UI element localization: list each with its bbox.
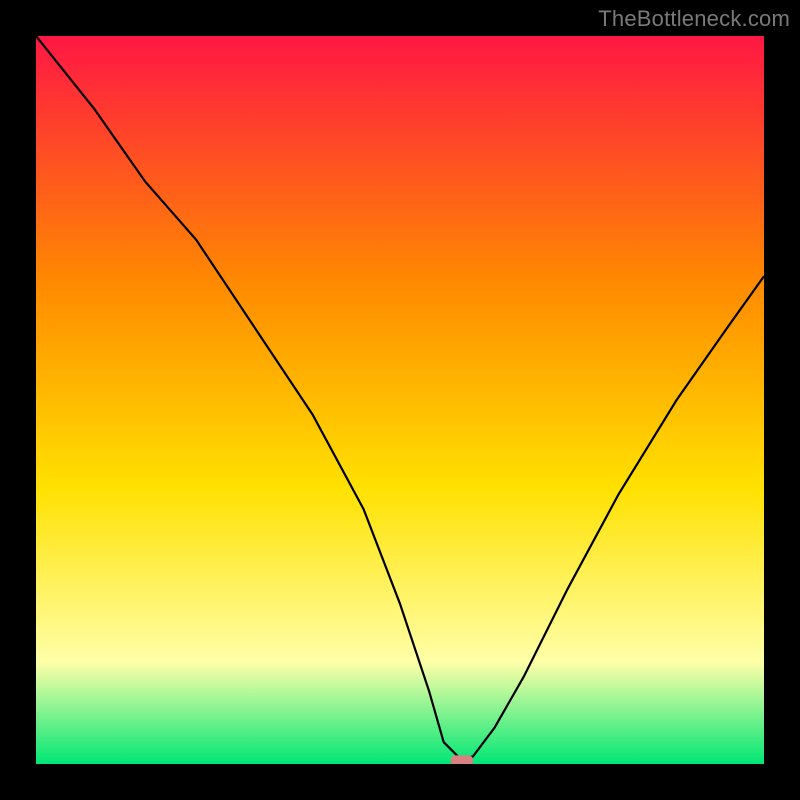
chart-frame: TheBottleneck.com	[0, 0, 800, 800]
frame-border-left	[0, 0, 36, 800]
plot-svg	[36, 36, 764, 764]
optimal-point-marker	[451, 755, 473, 764]
plot-area	[36, 36, 764, 764]
frame-border-right	[764, 0, 800, 800]
watermark-text: TheBottleneck.com	[598, 6, 790, 32]
gradient-background	[36, 36, 764, 764]
frame-border-bottom	[0, 764, 800, 800]
